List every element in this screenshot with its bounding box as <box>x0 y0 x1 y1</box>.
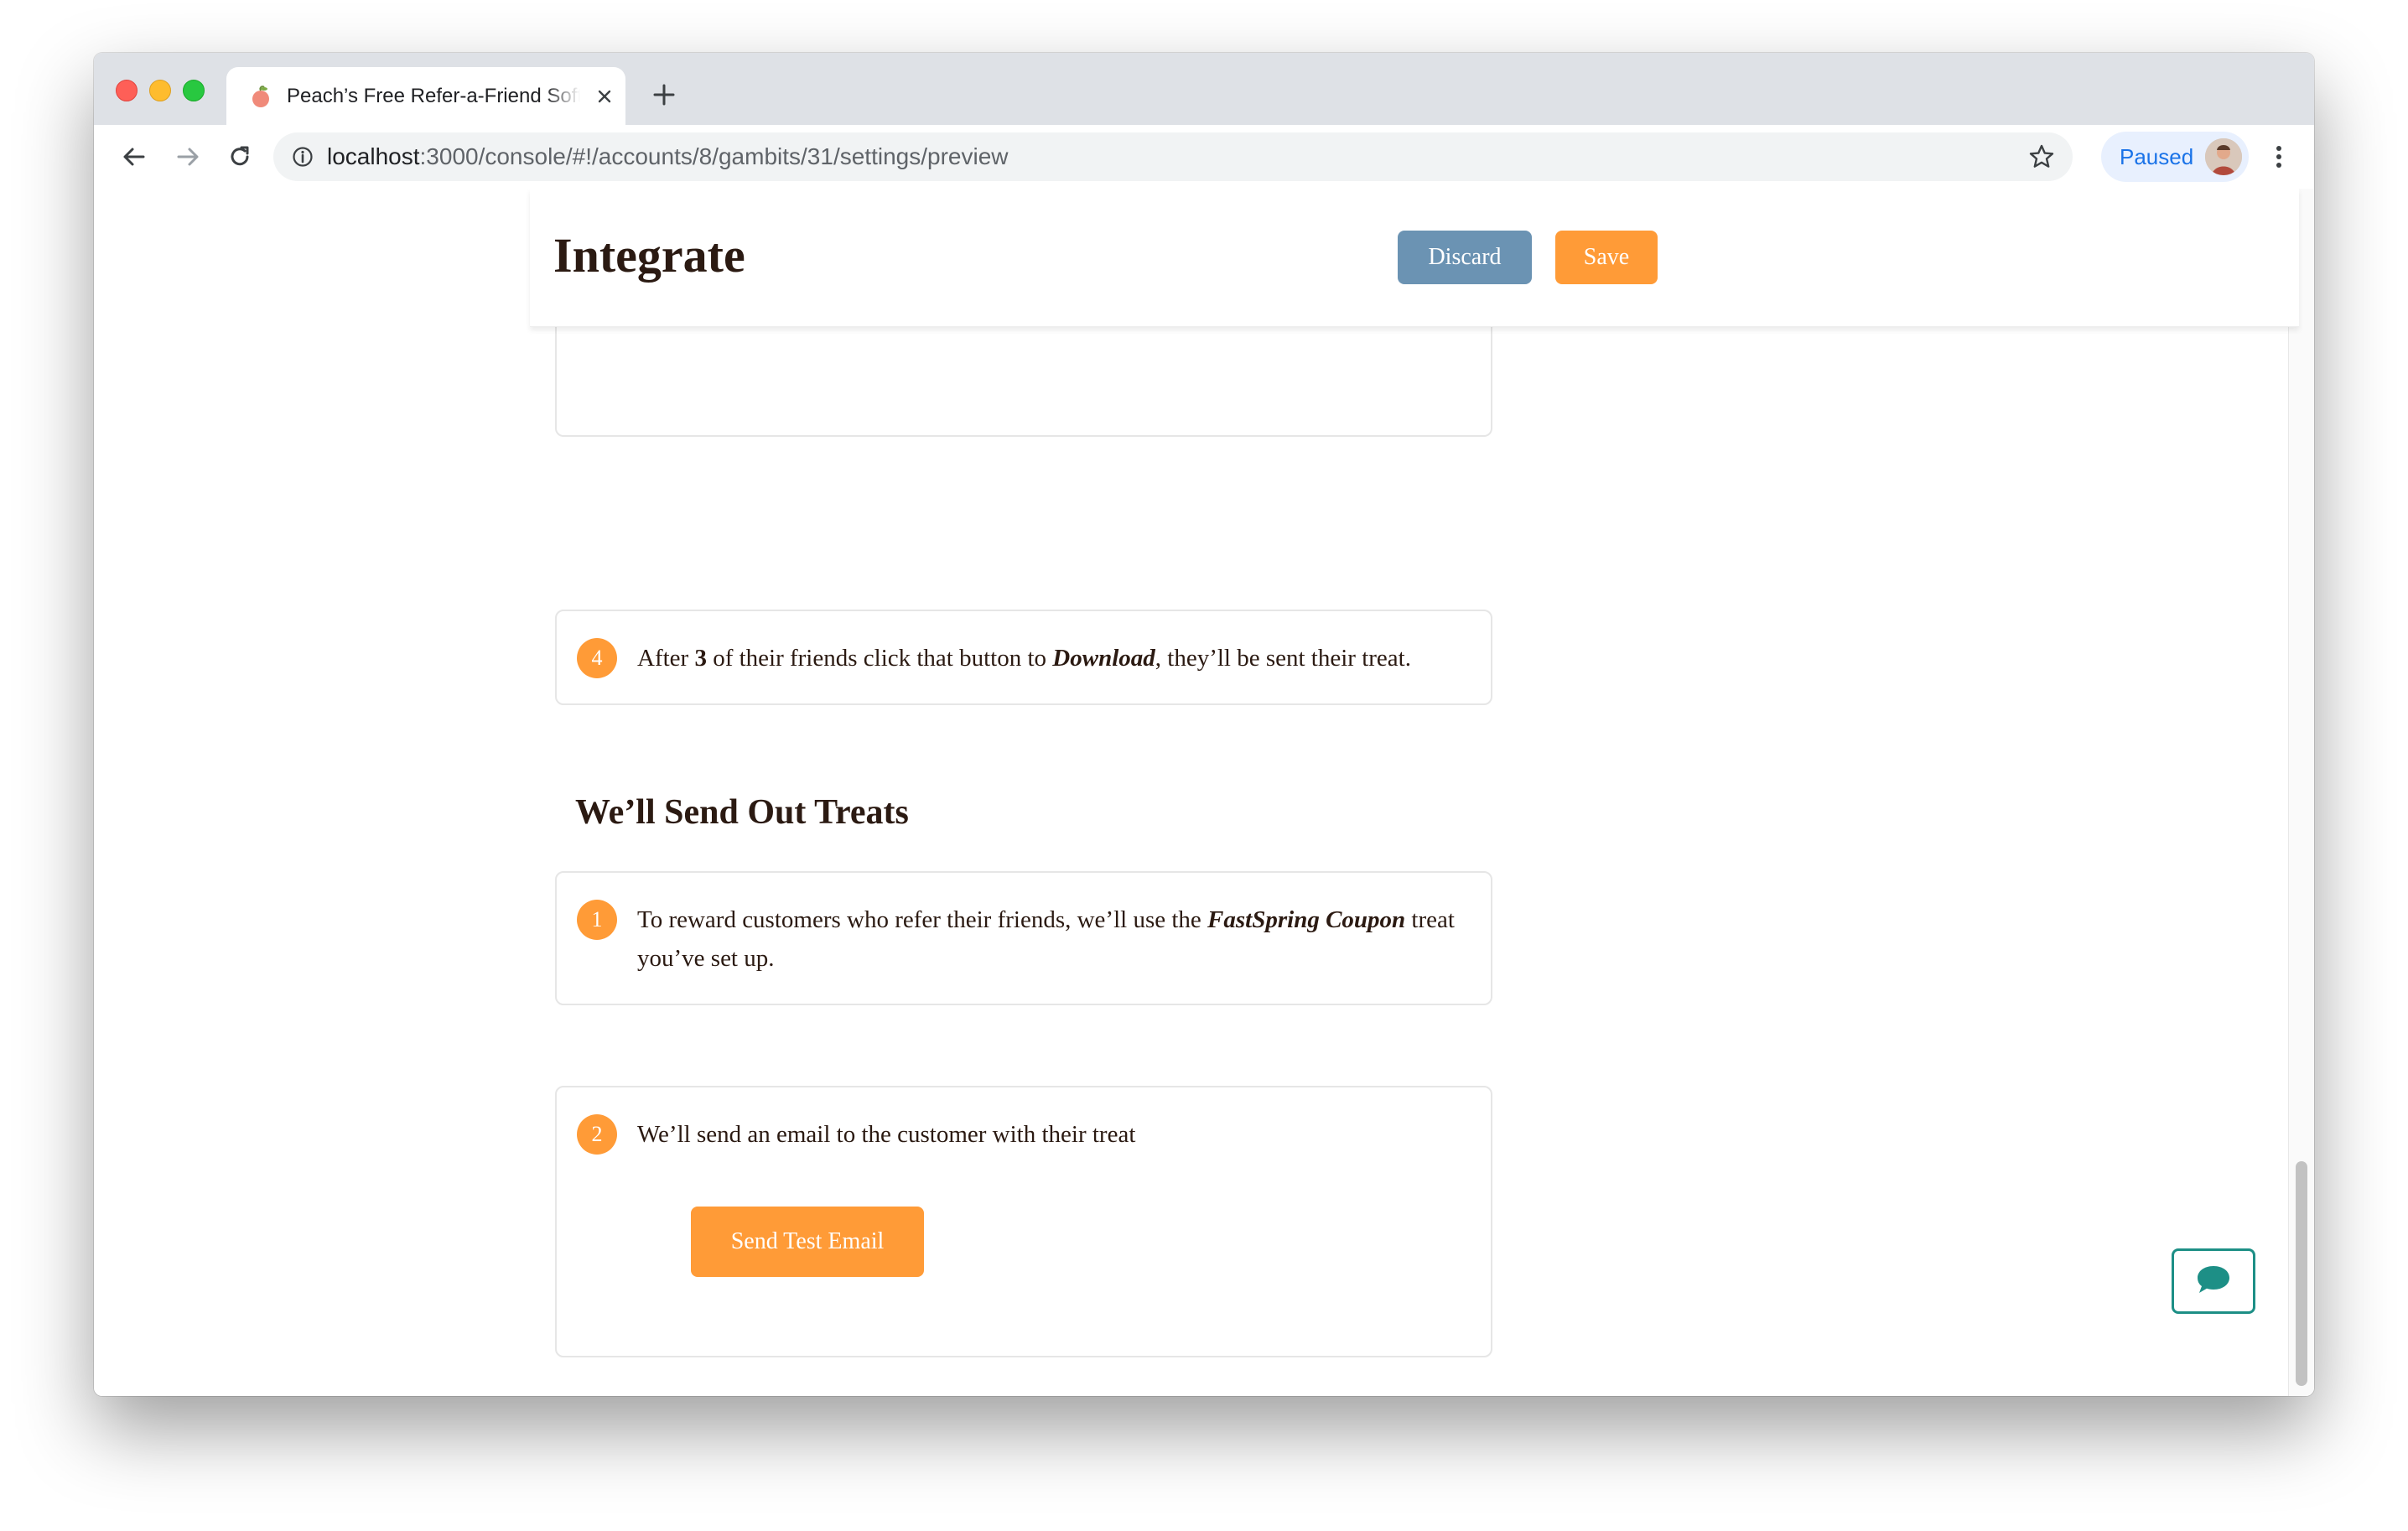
step-number-badge: 2 <box>577 1114 617 1155</box>
reload-icon[interactable] <box>221 138 258 175</box>
step-number-badge: 4 <box>577 638 617 678</box>
avatar <box>2205 138 2242 175</box>
browser-toolbar: localhost:3000/console/#!/accounts/8/gam… <box>94 125 2314 189</box>
info-icon[interactable] <box>290 144 315 169</box>
step-card-reward-coupon: 1 To reward customers who refer their fr… <box>555 871 1492 1005</box>
browser-window: Peach’s Free Refer-a-Friend Software loc… <box>94 53 2314 1396</box>
send-test-email-button[interactable]: Send Test Email <box>691 1207 924 1277</box>
more-vert-icon[interactable] <box>2262 140 2296 174</box>
minimize-window-button[interactable] <box>149 80 171 101</box>
page-scrollbar[interactable] <box>2288 189 2314 1396</box>
step-card-friends-download: 4 After 3 of their friends click that bu… <box>555 610 1492 705</box>
back-arrow-icon[interactable] <box>116 138 153 175</box>
chat-launcher-button[interactable] <box>2172 1248 2255 1314</box>
discard-button[interactable]: Discard <box>1398 231 1532 284</box>
maximize-window-button[interactable] <box>183 80 205 101</box>
new-tab-button[interactable] <box>647 78 681 112</box>
page-viewport: Integrate Discard Save 4 After 3 of thei… <box>94 189 2314 1396</box>
scrollbar-thumb[interactable] <box>2296 1161 2307 1386</box>
profile-status: Paused <box>2120 143 2194 169</box>
page-header: Integrate Discard Save <box>530 189 2299 327</box>
chat-bubble-icon <box>2195 1264 2232 1300</box>
tab-title: Peach’s Free Refer-a-Friend Software <box>287 84 580 107</box>
peach-icon <box>248 84 273 109</box>
forward-arrow-icon[interactable] <box>169 138 206 175</box>
bookmark-star-icon[interactable] <box>2027 143 2056 171</box>
save-button[interactable]: Save <box>1555 231 1658 284</box>
step-card-send-email: 2 We’ll send an email to the customer wi… <box>555 1086 1492 1357</box>
section-title-treats: We’ll Send Out Treats <box>575 793 909 832</box>
step-description: To reward customers who refer their frie… <box>637 906 1455 972</box>
step-description: We’ll send an email to the customer with… <box>637 1121 1136 1148</box>
step-number-badge: 1 <box>577 900 617 940</box>
url-text: localhost:3000/console/#!/accounts/8/gam… <box>327 143 1009 169</box>
browser-titlebar: Peach’s Free Refer-a-Friend Software <box>94 53 2314 125</box>
browser-tab[interactable]: Peach’s Free Refer-a-Friend Software <box>226 67 625 125</box>
step-description: After 3 of their friends click that butt… <box>637 645 1411 672</box>
close-window-button[interactable] <box>116 80 138 101</box>
profile-button[interactable]: Paused <box>2101 132 2249 182</box>
close-icon[interactable] <box>592 84 617 109</box>
page-title: Integrate <box>553 228 745 283</box>
address-bar[interactable]: localhost:3000/console/#!/accounts/8/gam… <box>273 132 2073 181</box>
